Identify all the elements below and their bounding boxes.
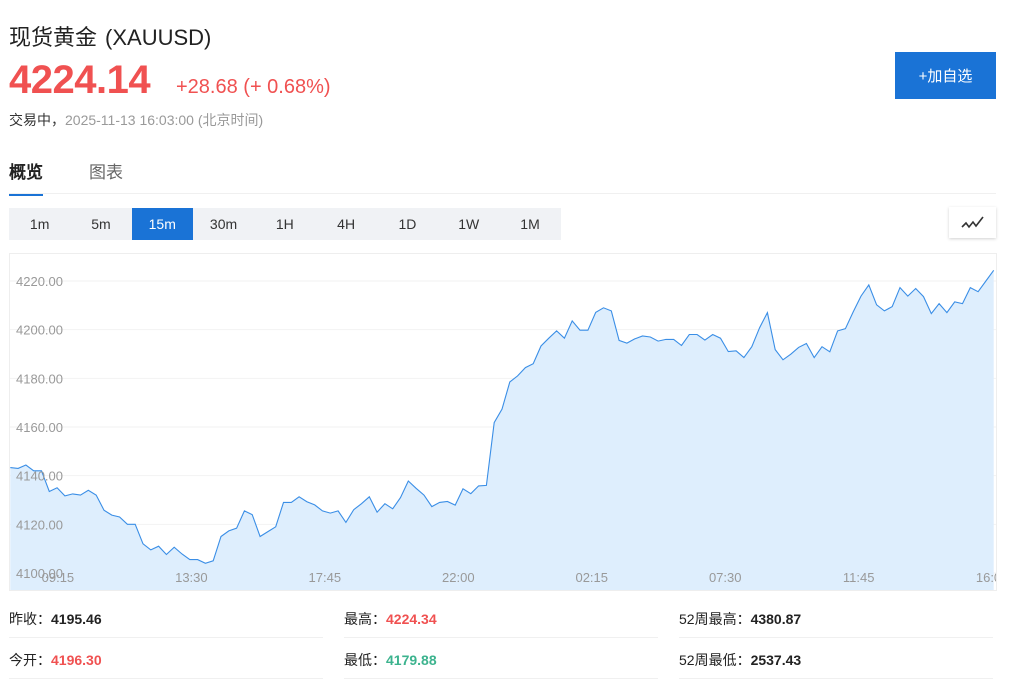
stat-divider	[679, 637, 993, 638]
stat-value: 4224.34	[386, 611, 437, 627]
stat-item: 最高：4224.34	[344, 609, 437, 629]
tab-chart[interactable]: 图表	[89, 158, 123, 193]
x-tick-label: 22:00	[442, 570, 475, 585]
tab-overview[interactable]: 概览	[9, 158, 43, 196]
stat-label: 最低：	[344, 652, 386, 668]
instrument-code: (XAUUSD)	[105, 25, 211, 50]
y-tick-label: 4160.00	[16, 420, 63, 435]
stat-item: 最低：4179.88	[344, 650, 437, 670]
instrument-name: 现货黄金	[9, 25, 97, 50]
tab-divider	[9, 193, 996, 194]
x-tick-label: 07:30	[709, 570, 742, 585]
x-tick-label: 16:00	[976, 570, 997, 585]
status-label: 交易中，	[9, 112, 65, 128]
period-selector: 1m5m15m30m1H4H1D1W1M	[9, 208, 561, 240]
stat-item: 52周最低：2537.43	[679, 650, 801, 670]
price-area	[10, 270, 993, 591]
stat-label: 52周最低：	[679, 652, 751, 668]
stat-divider	[679, 678, 993, 679]
price-chart: 4100.004120.004140.004160.004180.004200.…	[9, 253, 997, 591]
page-title: 现货黄金 (XAUUSD)	[9, 20, 211, 52]
period-1W[interactable]: 1W	[438, 208, 499, 240]
period-1D[interactable]: 1D	[377, 208, 438, 240]
trading-status: 交易中，2025-11-13 16:03:00 (北京时间)	[9, 110, 263, 130]
stat-value: 4179.88	[386, 652, 437, 668]
period-1H[interactable]: 1H	[254, 208, 315, 240]
timestamp: 2025-11-13 16:03:00	[65, 112, 194, 128]
x-tick-label: 09:15	[42, 570, 75, 585]
stat-divider	[9, 678, 323, 679]
stat-label: 今开：	[9, 652, 51, 668]
stat-item: 昨收：4195.46	[9, 609, 102, 629]
x-tick-label: 11:45	[843, 570, 875, 585]
period-4H[interactable]: 4H	[315, 208, 376, 240]
y-tick-label: 4140.00	[16, 469, 63, 484]
x-tick-label: 02:15	[575, 570, 608, 585]
stat-label: 昨收：	[9, 611, 51, 627]
chart-type-button[interactable]	[949, 207, 996, 238]
y-tick-label: 4180.00	[16, 371, 63, 386]
period-30m[interactable]: 30m	[193, 208, 254, 240]
stat-divider	[9, 637, 323, 638]
line-chart-icon	[960, 215, 986, 231]
stat-item: 52周最高：4380.87	[679, 609, 801, 629]
stat-divider	[344, 637, 658, 638]
period-1m[interactable]: 1m	[9, 208, 70, 240]
stat-value: 4380.87	[751, 611, 802, 627]
period-15m[interactable]: 15m	[132, 208, 193, 240]
stat-label: 最高：	[344, 611, 386, 627]
stat-value: 4195.46	[51, 611, 102, 627]
stat-value: 2537.43	[751, 652, 802, 668]
period-5m[interactable]: 5m	[70, 208, 131, 240]
timezone: (北京时间)	[198, 112, 263, 128]
stat-divider	[344, 678, 658, 679]
y-tick-label: 4220.00	[16, 274, 63, 289]
y-tick-label: 4120.00	[16, 517, 63, 532]
x-tick-label: 13:30	[175, 570, 208, 585]
stat-value: 4196.30	[51, 652, 102, 668]
price-change: +28.68 (+ 0.68%)	[176, 76, 331, 99]
stat-label: 52周最高：	[679, 611, 751, 627]
add-watchlist-button[interactable]: +加自选	[895, 52, 996, 99]
x-tick-label: 17:45	[309, 570, 342, 585]
period-1M[interactable]: 1M	[499, 208, 560, 240]
current-price: 4224.14	[9, 58, 150, 103]
stat-item: 今开：4196.30	[9, 650, 102, 670]
y-tick-label: 4200.00	[16, 323, 63, 338]
